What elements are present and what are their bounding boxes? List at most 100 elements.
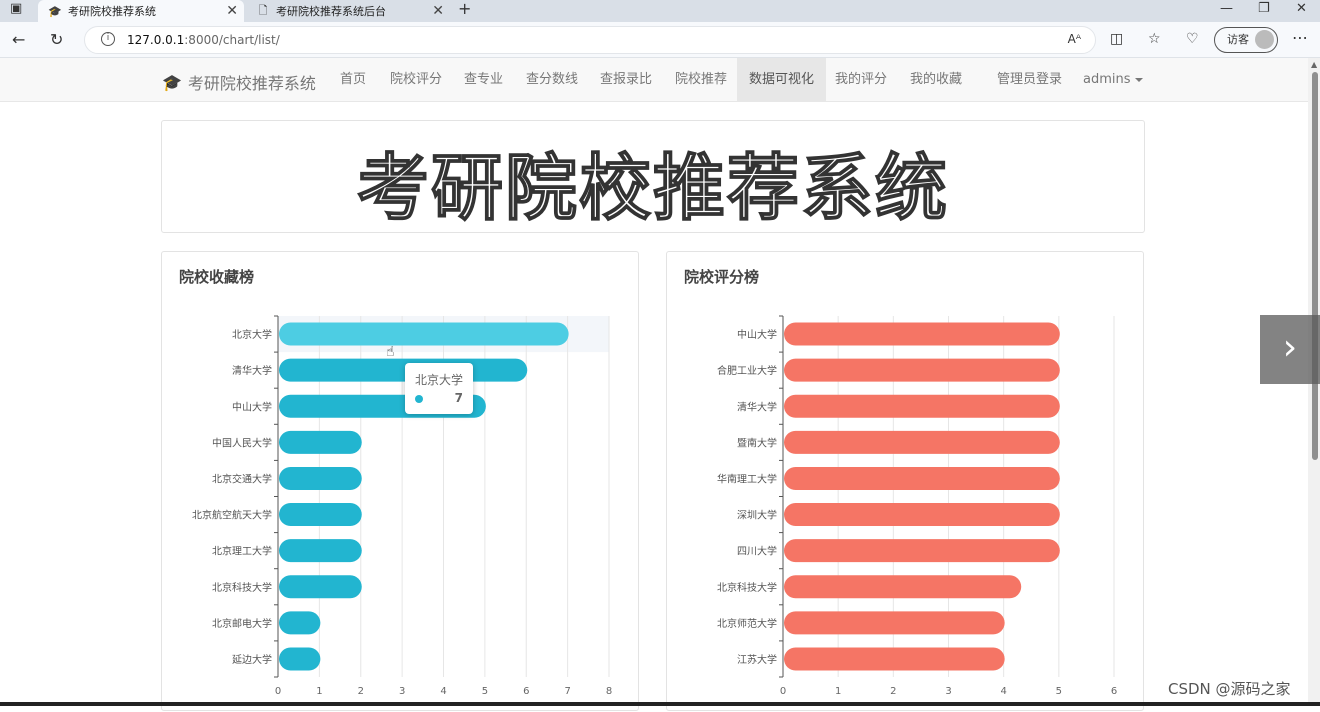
user-dropdown[interactable]: admins (1071, 58, 1155, 101)
site-navbar: 🎓 考研院校推荐系统 首页 院校评分 查专业 查分数线 查报录比 院校推荐 数据… (0, 58, 1308, 102)
y-tick-label: 北京理工大学 (212, 545, 272, 558)
nav-home[interactable]: 首页 (328, 58, 378, 101)
bar[interactable] (279, 322, 569, 346)
nav-admission-ratio[interactable]: 查报录比 (588, 58, 664, 101)
graduation-cap-icon: 🎓 (162, 72, 182, 92)
minimize-icon[interactable]: — (1220, 1, 1233, 16)
nav-majors[interactable]: 查专业 (452, 58, 515, 101)
y-tick-label: 四川大学 (737, 545, 777, 558)
nav-school-rating[interactable]: 院校评分 (378, 58, 454, 101)
x-tick-label: 3 (945, 686, 951, 697)
bar[interactable] (279, 647, 321, 671)
tab-admin[interactable]: 🗋 考研院校推荐系统后台 ✕ (246, 0, 450, 22)
x-tick-label: 7 (564, 686, 570, 697)
bar[interactable] (279, 611, 321, 635)
x-tick-label: 6 (523, 686, 529, 697)
close-icon[interactable]: ✕ (226, 3, 238, 19)
bar[interactable] (784, 611, 1005, 635)
favorites-icon[interactable]: ☆ (1148, 31, 1161, 47)
bar[interactable] (784, 394, 1060, 418)
y-tick-label: 中国人民大学 (212, 436, 272, 449)
bar[interactable] (279, 358, 528, 382)
tooltip-value: 7 (454, 391, 463, 405)
favorites-chart[interactable]: 0 1 2 3 4 5 6 7 8北京大学清华大学中山大学中国人民大学北京交通大学北京航空航天大… (162, 252, 640, 712)
reload-icon[interactable]: ↻ (50, 30, 63, 49)
avatar-icon (1255, 30, 1274, 49)
brand-title: 考研院校推荐系统 (187, 74, 316, 93)
chevron-right-icon[interactable]: › (1260, 315, 1320, 384)
x-tick-label: 2 (358, 686, 364, 697)
chart-tooltip: 北京大学 7 (405, 363, 473, 414)
y-tick-label: 中山大学 (737, 328, 777, 341)
x-tick-label: 3 (399, 686, 405, 697)
nav-admin-login[interactable]: 管理员登录 (985, 58, 1074, 101)
hero-title: 考研院校推荐系统 (356, 145, 949, 231)
bar[interactable] (784, 539, 1060, 563)
hero-banner: 考研院校推荐系统 (161, 120, 1145, 233)
bottom-edge (0, 702, 1320, 706)
performance-icon[interactable]: ♡ (1186, 31, 1199, 47)
browser-tab-strip: ▣ 🎓 考研院校推荐系统 ✕ 🗋 考研院校推荐系统后台 ✕ + — ❐ ✕ (0, 0, 1320, 22)
bar[interactable] (784, 322, 1060, 346)
nav-data-visualization[interactable]: 数据可视化 (737, 58, 827, 101)
x-tick-label: 6 (1111, 686, 1117, 697)
hand-cursor-icon: ☝ (386, 344, 395, 360)
ratings-chart-panel: 院校评分榜 0 1 2 3 4 5 6 中山大学 合肥工业大学 清华大学 暨南大学 华南理工大学 深圳大… (666, 251, 1144, 711)
scroll-thumb[interactable] (1312, 72, 1318, 460)
more-menu-icon[interactable]: ⋯ (1292, 28, 1308, 47)
bar[interactable] (279, 430, 362, 454)
nav-my-favorites[interactable]: 我的收藏 (898, 58, 974, 101)
bar[interactable] (784, 430, 1060, 454)
tooltip-label: 北京大学 (415, 373, 464, 387)
profile-button[interactable]: 访客 (1214, 27, 1278, 53)
nav-score-lines[interactable]: 查分数线 (514, 58, 590, 101)
bar[interactable] (784, 575, 1022, 599)
tab-title: 考研院校推荐系统 (68, 5, 156, 18)
graduation-cap-icon: 🎓 (48, 4, 62, 18)
restore-icon[interactable]: ❐ (1258, 1, 1270, 16)
bar[interactable] (279, 539, 362, 563)
close-icon[interactable]: ✕ (432, 3, 444, 19)
back-arrow-icon[interactable]: ← (12, 30, 25, 49)
y-tick-label: 江苏大学 (737, 653, 777, 666)
ratings-chart[interactable]: 0 1 2 3 4 5 6 中山大学合肥工业大学清华大学暨南大学华南理工大学深圳大学四川大学北… (667, 252, 1145, 712)
read-aloud-icon[interactable]: Aᴬ (1068, 32, 1081, 46)
tab-actions-icon[interactable]: ▣ (10, 1, 22, 16)
y-tick-label: 暨南大学 (737, 436, 777, 449)
x-tick-label: 2 (890, 686, 896, 697)
y-tick-label: 合肥工业大学 (717, 364, 777, 377)
url-text: 127.0.0.1:8000/chart/list/ (127, 33, 280, 47)
nav-recommend[interactable]: 院校推荐 (663, 58, 739, 101)
y-tick-label: 延边大学 (232, 653, 272, 666)
brand[interactable]: 🎓 考研院校推荐系统 (162, 70, 316, 94)
x-tick-label: 0 (780, 686, 786, 697)
tooltip-series-dot (415, 395, 423, 403)
x-tick-label: 0 (275, 686, 281, 697)
bar[interactable] (784, 503, 1060, 527)
close-window-icon[interactable]: ✕ (1296, 1, 1307, 16)
bar[interactable] (279, 575, 362, 599)
y-tick-label: 深圳大学 (737, 509, 777, 522)
y-tick-label: 北京交通大学 (212, 472, 272, 485)
user-name: admins (1083, 72, 1131, 87)
nav-my-ratings[interactable]: 我的评分 (823, 58, 899, 101)
scroll-up-icon[interactable]: ▲ (1311, 60, 1317, 69)
split-screen-icon[interactable]: ◫ (1110, 31, 1123, 47)
bar[interactable] (784, 358, 1060, 382)
x-tick-label: 4 (440, 686, 446, 697)
info-icon[interactable]: i (101, 32, 115, 46)
bar[interactable] (279, 503, 362, 527)
x-tick-label: 5 (482, 686, 488, 697)
y-tick-label: 北京大学 (232, 328, 272, 341)
bar[interactable] (279, 466, 362, 490)
x-tick-label: 8 (606, 686, 612, 697)
y-tick-label: 北京航空航天大学 (192, 509, 272, 522)
tab-main[interactable]: 🎓 考研院校推荐系统 ✕ (38, 0, 244, 22)
url-field[interactable]: i 127.0.0.1:8000/chart/list/ Aᴬ (84, 26, 1096, 54)
y-tick-label: 中山大学 (232, 400, 272, 413)
bar[interactable] (784, 466, 1060, 490)
bar[interactable] (784, 647, 1005, 671)
y-tick-label: 北京科技大学 (212, 581, 272, 594)
x-tick-label: 5 (1056, 686, 1062, 697)
new-tab-icon[interactable]: + (458, 0, 471, 18)
